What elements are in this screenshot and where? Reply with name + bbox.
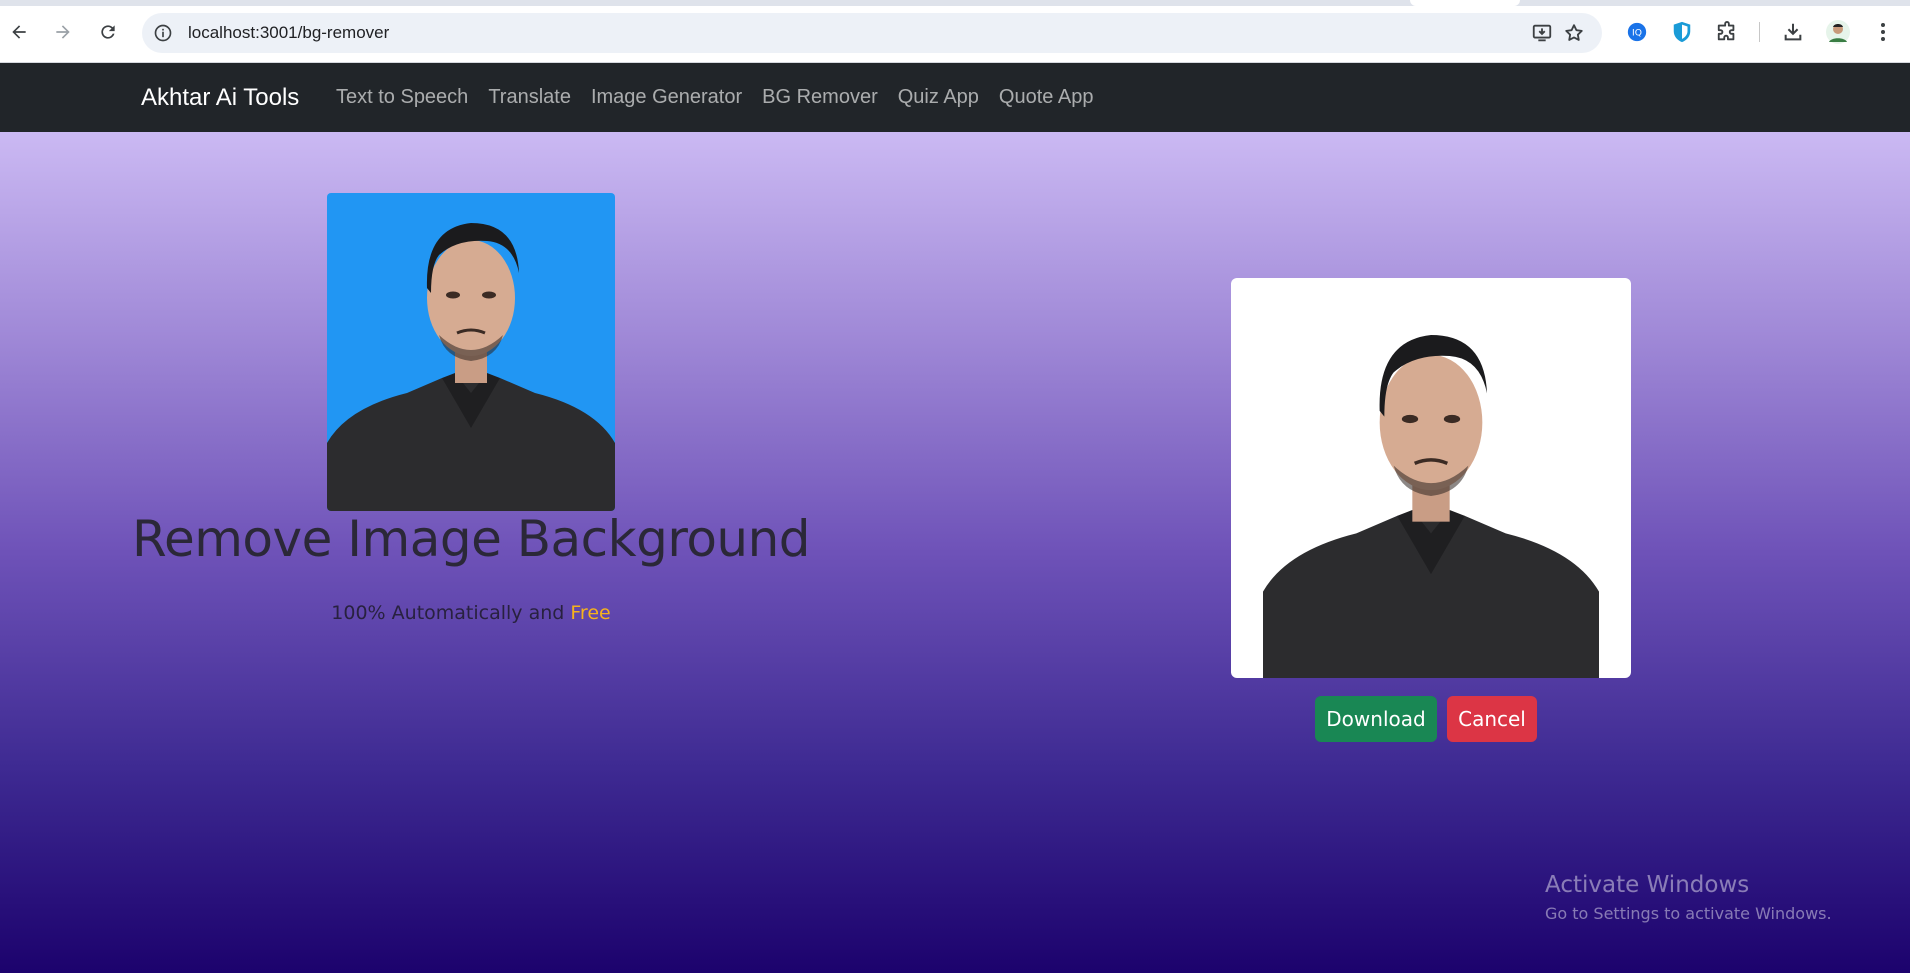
page-title: Remove Image Background — [131, 510, 811, 568]
download-icon[interactable] — [1779, 18, 1807, 46]
toolbar-divider — [1759, 22, 1760, 42]
site-info-icon[interactable] — [153, 23, 173, 43]
watermark-title: Activate Windows — [1545, 872, 1750, 898]
nav-link-text-to-speech[interactable]: Text to Speech — [336, 63, 468, 132]
install-app-icon[interactable] — [1530, 21, 1554, 45]
back-arrow-icon[interactable] — [4, 17, 34, 47]
reload-icon[interactable] — [93, 17, 123, 47]
kebab-menu-icon[interactable] — [1869, 18, 1897, 46]
bookmark-star-icon[interactable] — [1562, 21, 1586, 45]
shield-extension-icon[interactable] — [1668, 18, 1696, 46]
forward-arrow-icon[interactable] — [48, 17, 78, 47]
nav-link-image-generator[interactable]: Image Generator — [591, 63, 742, 132]
app-navbar: Akhtar Ai Tools Text to Speech Translate… — [0, 63, 1910, 132]
processed-image — [1231, 278, 1631, 678]
download-button[interactable]: Download — [1315, 696, 1437, 742]
puzzle-icon[interactable] — [1713, 18, 1741, 46]
windows-activation-watermark: Activate Windows Go to Settings to activ… — [1545, 872, 1832, 923]
tab-strip — [0, 0, 1910, 6]
main-content: Remove Image Background 100% Automatical… — [0, 132, 1910, 973]
nav-link-quiz-app[interactable]: Quiz App — [898, 63, 979, 132]
original-image — [327, 193, 615, 511]
nav-links: Text to Speech Translate Image Generator… — [336, 63, 1113, 132]
subtitle-free-highlight: Free — [570, 602, 611, 624]
svg-text:IQ: IQ — [1632, 28, 1642, 39]
nav-link-translate[interactable]: Translate — [488, 63, 571, 132]
brand-logo[interactable]: Akhtar Ai Tools — [141, 63, 299, 132]
address-bar[interactable]: localhost:3001/bg-remover — [142, 13, 1602, 53]
active-tab-edge[interactable] — [1410, 0, 1520, 6]
url-text[interactable]: localhost:3001/bg-remover — [188, 13, 389, 53]
nav-link-quote-app[interactable]: Quote App — [999, 63, 1094, 132]
watermark-subtitle: Go to Settings to activate Windows. — [1545, 904, 1832, 923]
subtitle-text: 100% Automatically and — [331, 602, 571, 624]
cancel-button[interactable]: Cancel — [1447, 696, 1537, 742]
extension-blue-icon[interactable]: IQ — [1623, 18, 1651, 46]
nav-link-bg-remover[interactable]: BG Remover — [762, 63, 878, 132]
browser-toolbar: localhost:3001/bg-remover IQ — [0, 0, 1910, 63]
page-subtitle: 100% Automatically and Free — [0, 602, 942, 624]
profile-avatar[interactable] — [1824, 18, 1852, 46]
